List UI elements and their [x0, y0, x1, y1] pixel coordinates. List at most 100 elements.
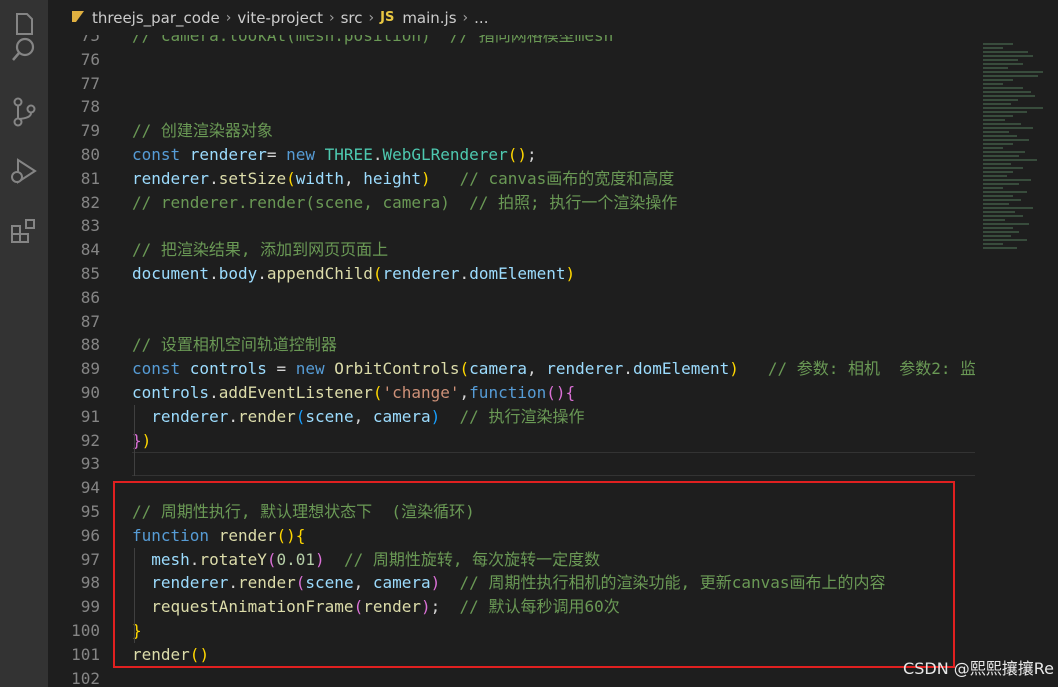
code-line[interactable]: 78 [48, 95, 975, 119]
chevron-right-icon: › [328, 9, 335, 26]
code-token: = [266, 145, 287, 164]
code-token: . [209, 383, 219, 402]
breadcrumb-item-symbol[interactable]: ... [474, 9, 488, 27]
minimap-line [983, 183, 1019, 185]
code-token: // renderer.render(scene, camera) // 拍照;… [132, 192, 678, 212]
code-token: , [526, 359, 547, 379]
code-token: ( [459, 359, 470, 379]
code-token: setSize [218, 168, 287, 188]
run-debug-icon[interactable] [0, 147, 48, 195]
line-number: 90 [80, 383, 100, 402]
js-file-icon: JS [380, 10, 395, 25]
code-token: . [623, 359, 633, 379]
watermark: CSDN @熙熙攘攘Re [903, 659, 1054, 678]
breadcrumb-item-src[interactable]: src [341, 9, 363, 27]
code-line[interactable]: 92}) [48, 429, 975, 453]
line-number: 102 [71, 668, 100, 687]
code-line[interactable]: 79 // 创建渲染器对象 [48, 119, 975, 143]
code-token: // 执行渲染操作 [459, 406, 585, 426]
minimap-line [983, 199, 1021, 201]
code-token: function [469, 383, 547, 402]
code-line[interactable]: 75 // camera.lookAt(mesh.position) // 指向网… [48, 35, 975, 48]
minimap[interactable] [975, 35, 1058, 687]
code-token: , [353, 406, 373, 426]
minimap-line [983, 91, 1031, 93]
code-token: ( [295, 406, 306, 426]
line-number: 79 [80, 121, 100, 141]
code-line[interactable]: 86 [48, 286, 975, 310]
line-number: 92 [80, 430, 100, 450]
code-line[interactable]: 82 // renderer.render(scene, camera) // 拍… [48, 191, 975, 215]
code-line[interactable]: 85 document.body.appendChild(renderer.dom… [48, 262, 975, 286]
minimap-line [983, 235, 1011, 237]
line-number: 81 [80, 168, 100, 188]
code-line[interactable]: 83 [48, 214, 975, 238]
code-line[interactable]: 81 renderer.setSize(width, height) // can… [48, 167, 975, 191]
minimap-line [983, 187, 1003, 189]
code-line[interactable]: 87 [48, 310, 975, 334]
line-number: 83 [80, 216, 100, 236]
code-line[interactable]: 76 [48, 48, 975, 72]
minimap-line [983, 147, 1003, 149]
minimap-line [983, 47, 1003, 49]
code-token: . [228, 406, 238, 426]
extensions-icon[interactable] [0, 208, 48, 256]
code-token: addEventListener [218, 383, 373, 402]
code-text: renderer.render(scene, camera) // 执行渲染操作 [132, 405, 584, 429]
code-line[interactable]: 90 controls.addEventListener ('change',fun… [48, 381, 975, 405]
minimap-line [983, 59, 1018, 61]
source-control-icon[interactable] [0, 88, 48, 136]
highlight-annotation-box [113, 481, 955, 668]
code-token: ( [507, 145, 518, 164]
code-token: renderer [132, 168, 210, 188]
code-text: const renderer= new THREE.WebGLRenderer(… [132, 143, 537, 167]
code-token: ; [526, 145, 537, 164]
breadcrumb-item-vite-project[interactable]: vite-project [237, 9, 323, 27]
code-line[interactable]: 88 // 设置相机空间轨道控制器 [48, 333, 975, 357]
code-token: new [295, 359, 335, 379]
minimap-line [983, 159, 1037, 161]
minimap-line [983, 103, 1011, 105]
breadcrumb-item-project[interactable]: threejs_par_code [92, 9, 220, 27]
minimap-line [983, 239, 1027, 241]
search-icon[interactable] [0, 26, 48, 74]
code-text: // renderer.render(scene, camera) // 拍照;… [132, 191, 677, 215]
code-token: . [209, 264, 219, 283]
minimap-line [983, 167, 1023, 169]
code-token: render [237, 406, 296, 426]
minimap-line [983, 63, 1023, 65]
line-number: 93 [80, 454, 100, 474]
code-token: domElement [469, 264, 566, 283]
minimap-line [983, 227, 1013, 229]
minimap-line [983, 51, 1028, 53]
minimap-line [983, 75, 1038, 77]
code-line[interactable]: 84 // 把渲染结果, 添加到网页页面上 [48, 238, 975, 262]
code-text: // 设置相机空间轨道控制器 [132, 333, 337, 357]
minimap-line [983, 71, 1043, 73]
minimap-line [983, 243, 1003, 245]
code-token: const [132, 359, 190, 379]
code-line[interactable]: 77 [48, 72, 975, 96]
minimap-line [983, 219, 1005, 221]
breadcrumb-item-file[interactable]: main.js [402, 9, 456, 27]
line-number: 78 [80, 97, 100, 117]
folder-icon [70, 8, 86, 28]
code-token: ) [555, 383, 566, 402]
code-token: // camera.lookAt(mesh.position) // 指向网格模… [132, 35, 614, 45]
code-token: controls [189, 359, 267, 379]
code-line[interactable]: 89 const controls = new OrbitControls(cam… [48, 357, 975, 381]
line-number: 95 [80, 502, 100, 521]
code-line[interactable]: 80 const renderer= new THREE.WebGLRendere… [48, 143, 975, 167]
code-token: height [363, 168, 422, 188]
code-line[interactable]: 91 renderer.render(scene, camera) // 执行渲… [48, 405, 975, 429]
minimap-line [983, 215, 1023, 217]
code-token: camera [469, 359, 527, 379]
code-token: scene [305, 406, 354, 426]
code-line[interactable]: 102 [48, 667, 975, 687]
code-token: renderer [382, 264, 460, 283]
code-token: { [565, 383, 576, 402]
code-token: . [209, 168, 219, 188]
minimap-line [983, 191, 1027, 193]
code-token: ) [517, 145, 527, 164]
